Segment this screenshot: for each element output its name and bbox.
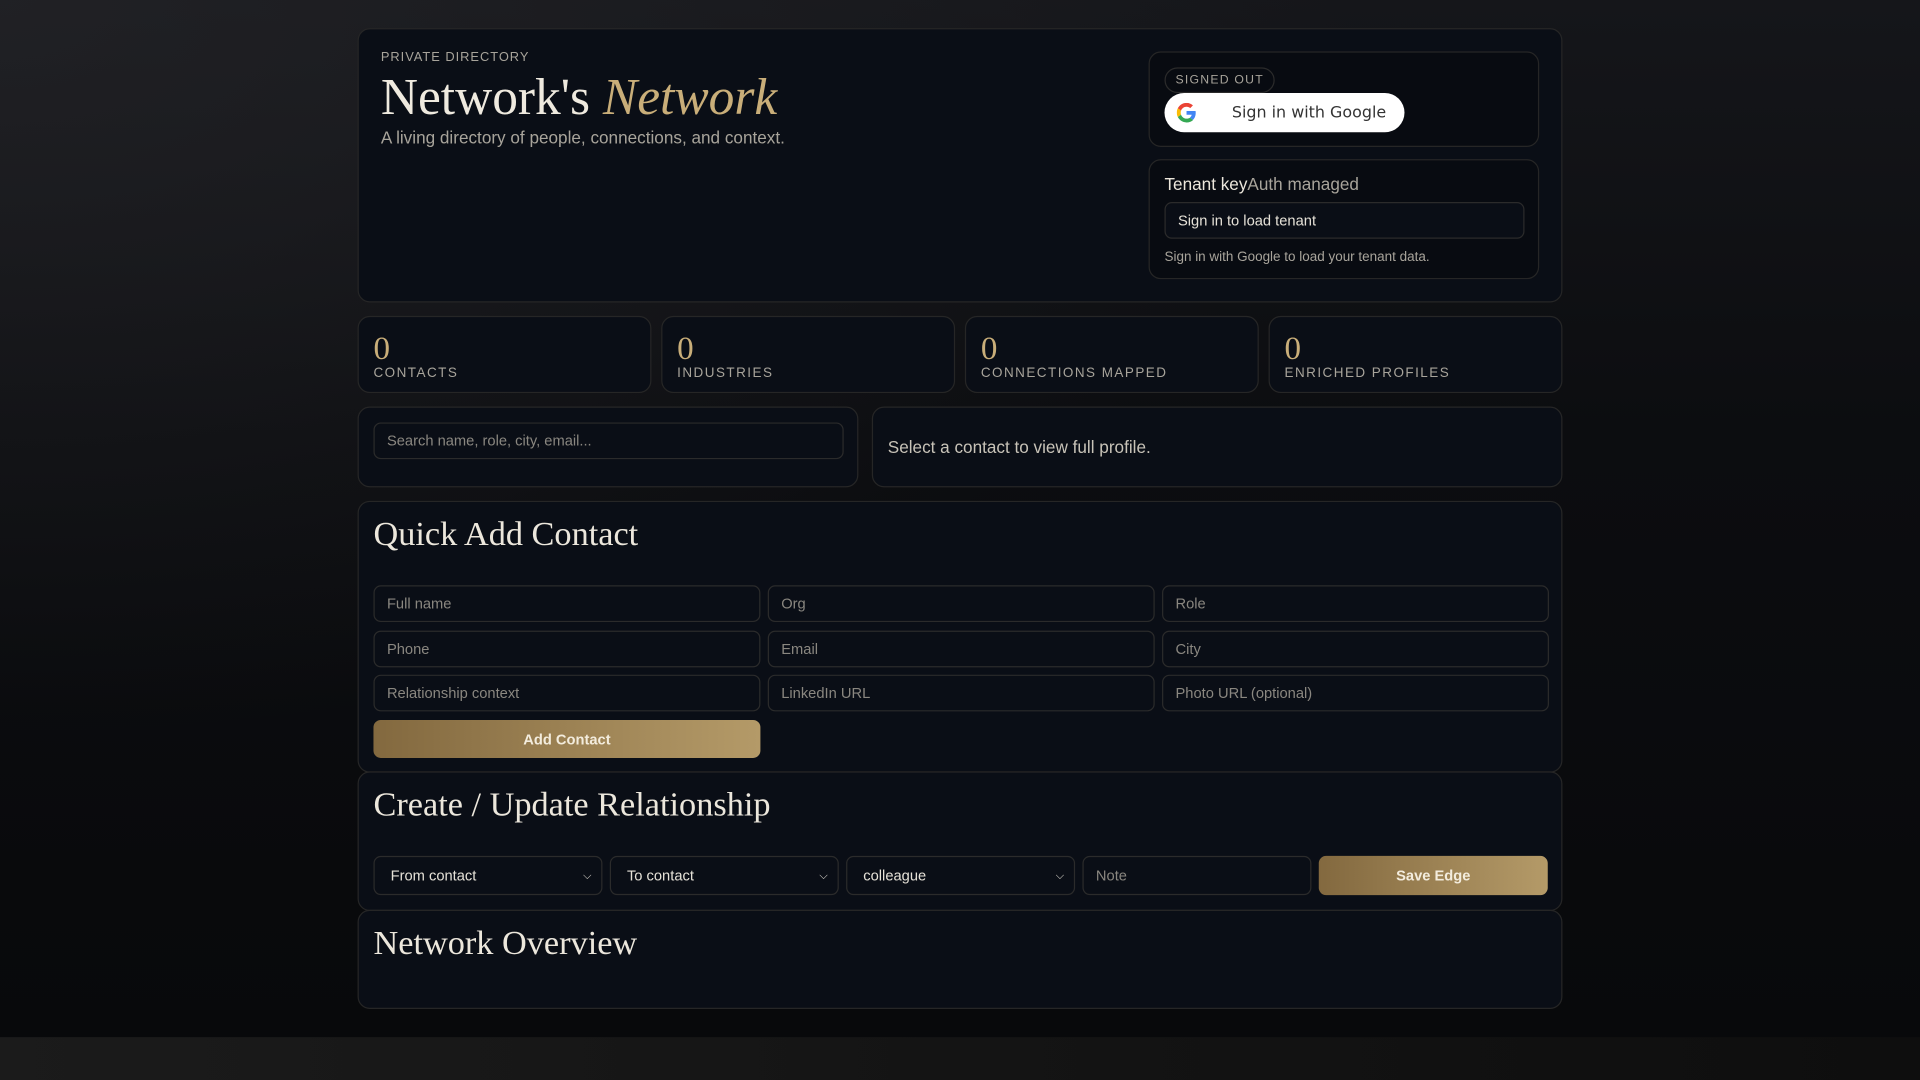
relationship-card: Create / Update Relationship From contac…	[357, 771, 1563, 912]
stat-value: 0	[677, 329, 694, 367]
google-signin-label: Sign in with Google	[1231, 103, 1387, 122]
network-overview-title: Network Overview	[373, 924, 638, 963]
chevron-down-icon: ⌵	[1055, 868, 1065, 882]
chevron-down-icon: ⌵	[819, 868, 828, 882]
page-title: Network's Network	[381, 69, 777, 128]
hero-card: PRIVATE DIRECTORY Network's Network A li…	[357, 28, 1563, 303]
note-input[interactable]: Note	[1082, 855, 1312, 896]
tenant-help: Sign in with Google to load your tenant …	[1164, 249, 1430, 265]
stat-value: 0	[980, 329, 998, 367]
google-icon	[1176, 102, 1196, 123]
stat-value: 0	[373, 329, 391, 367]
stat-label: INDUSTRIES	[677, 366, 774, 381]
phone-input[interactable]: Phone	[373, 630, 761, 668]
page-footer-strip	[0, 1037, 1920, 1080]
relationship-type-value: colleague	[863, 866, 927, 885]
tenant-card: Tenant keyAuth managed Sign in to load t…	[1148, 159, 1540, 280]
title-accent: Network	[602, 69, 778, 127]
to-contact-select[interactable]: To contact ⌵	[609, 855, 839, 896]
tenant-auth-note: Auth managed	[1247, 173, 1359, 194]
stat-enriched: 0 ENRICHED PROFILES	[1268, 315, 1563, 394]
from-contact-select[interactable]: From contact ⌵	[373, 855, 603, 896]
chevron-down-icon: ⌵	[583, 868, 592, 882]
title-plain: Network's	[380, 69, 603, 127]
linkedin-url-input[interactable]: LinkedIn URL	[767, 674, 1155, 712]
tenant-key-label: Tenant key	[1164, 173, 1248, 194]
photo-url-input[interactable]: Photo URL (optional)	[1162, 674, 1549, 712]
profile-empty-text: Select a contact to view full profile.	[887, 437, 1151, 457]
tenant-field[interactable]: Sign in to load tenant	[1164, 202, 1525, 239]
relationship-type-select[interactable]: colleague ⌵	[846, 855, 1076, 896]
full-name-input[interactable]: Full name	[373, 585, 761, 623]
relationship-context-input[interactable]: Relationship context	[373, 674, 761, 712]
quick-add-title: Quick Add Contact	[373, 515, 639, 554]
auth-card: SIGNED OUT Sign in with Google	[1148, 51, 1540, 147]
save-edge-button[interactable]: Save Edge	[1318, 855, 1548, 896]
relationship-title: Create / Update Relationship	[373, 786, 771, 825]
network-overview-card: Network Overview	[357, 909, 1563, 1009]
stat-label: CONNECTIONS MAPPED	[980, 366, 1168, 381]
add-contact-button[interactable]: Add Contact	[373, 720, 761, 758]
stat-industries: 0 INDUSTRIES	[661, 315, 956, 394]
city-input[interactable]: City	[1162, 630, 1549, 668]
tenant-label: Tenant keyAuth managed	[1164, 174, 1358, 194]
email-input[interactable]: Email	[767, 630, 1155, 668]
from-contact-value: From contact	[390, 866, 477, 885]
stat-contacts: 0 CONTACTS	[357, 315, 652, 394]
stat-value: 0	[1284, 329, 1302, 367]
stat-label: ENRICHED PROFILES	[1284, 366, 1451, 381]
stat-label: CONTACTS	[373, 366, 459, 381]
eyebrow: PRIVATE DIRECTORY	[380, 50, 530, 65]
google-signin-button[interactable]: Sign in with Google	[1164, 93, 1405, 133]
search-card: Search name, role, city, email...	[357, 406, 859, 488]
search-input[interactable]: Search name, role, city, email...	[373, 422, 844, 460]
status-badge: SIGNED OUT	[1164, 67, 1275, 94]
profile-card: Select a contact to view full profile.	[871, 406, 1563, 488]
role-input[interactable]: Role	[1162, 585, 1549, 623]
org-input[interactable]: Org	[767, 585, 1155, 623]
page: PRIVATE DIRECTORY Network's Network A li…	[0, 0, 1920, 1080]
to-contact-value: To contact	[626, 866, 694, 885]
subtitle: A living directory of people, connection…	[380, 127, 785, 147]
stat-connections: 0 CONNECTIONS MAPPED	[964, 315, 1259, 394]
quick-add-card: Quick Add Contact Full name Org Role Pho…	[357, 500, 1563, 773]
